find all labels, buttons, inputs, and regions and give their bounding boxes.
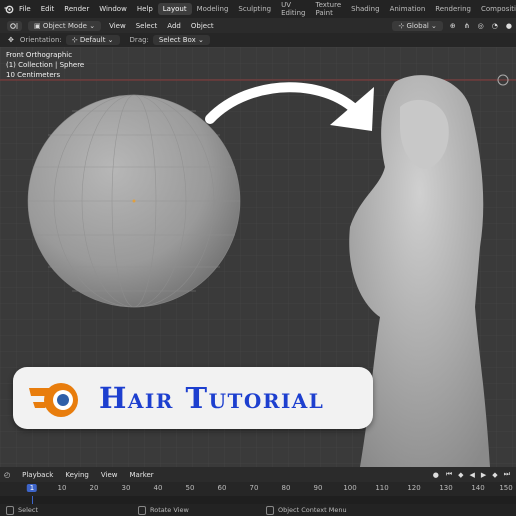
chevron-down-icon: ⌄: [197, 36, 204, 44]
transform-tool-icon[interactable]: ✥: [8, 36, 14, 44]
shading-solid-icon[interactable]: ●: [506, 22, 512, 30]
frame-tick: 140: [471, 484, 485, 492]
banner-title: Hair Tutorial: [99, 381, 325, 415]
editor-type-icon[interactable]: [7, 20, 22, 31]
play-reverse-icon[interactable]: ◀: [470, 471, 475, 479]
status-select: Select: [18, 506, 39, 514]
tab-modeling[interactable]: Modeling: [192, 3, 234, 15]
menu-select[interactable]: Select: [131, 22, 163, 30]
mouse-middle-icon: [138, 505, 146, 515]
snap-icon[interactable]: ⋔: [464, 22, 470, 30]
menu-object[interactable]: Object: [186, 22, 219, 30]
frame-tick: 70: [249, 484, 259, 492]
jump-start-icon[interactable]: ⏮: [446, 470, 452, 479]
frame-ruler[interactable]: 1 10 20 30 40 50 60 70 80 90 100 110 120…: [0, 482, 516, 496]
tool-settings-header: ✥ Orientation: ⊹ Default ⌄ Drag: Select …: [0, 33, 516, 47]
playhead[interactable]: [32, 496, 33, 504]
mode-dropdown[interactable]: ▣ Object Mode ⌄: [28, 20, 102, 31]
frame-tick: 110: [375, 484, 389, 492]
tab-animation[interactable]: Animation: [385, 3, 431, 15]
play-icon[interactable]: ▶: [481, 471, 486, 479]
timeline-header: ◴ Playback Keying View Marker ● ⏮ ◆ ◀ ▶ …: [0, 467, 516, 482]
menu-marker[interactable]: Marker: [123, 471, 159, 479]
default-orientation-icon: ⊹: [71, 36, 80, 44]
frame-tick: 90: [313, 484, 323, 492]
next-keyframe-icon[interactable]: ◆: [492, 471, 497, 479]
tab-shading[interactable]: Shading: [346, 3, 384, 15]
orientation-value: Default: [79, 36, 106, 44]
chevron-down-icon: ⌄: [431, 21, 437, 30]
mouse-right-icon: [266, 505, 274, 515]
frame-tick: 10: [57, 484, 67, 492]
collection-label: (1) Collection | Sphere: [6, 61, 85, 69]
viewport-header: ▣ Object Mode ⌄ View Select Add Object ⊹…: [0, 18, 516, 33]
frame-tick: 50: [185, 484, 195, 492]
blender-logo-icon[interactable]: [4, 4, 14, 14]
menu-view[interactable]: View: [104, 22, 131, 30]
frame-tick: 100: [343, 484, 357, 492]
status-bar: Select Rotate View Object Context Menu: [0, 504, 516, 516]
mouse-left-icon: [6, 505, 14, 515]
menu-window[interactable]: Window: [94, 5, 132, 13]
frame-tick: 120: [407, 484, 421, 492]
timeline-track[interactable]: [0, 496, 516, 504]
drag-label: Drag:: [129, 36, 149, 44]
overlays-icon[interactable]: ◔: [492, 22, 498, 30]
drag-dropdown[interactable]: Select Box ⌄: [152, 35, 210, 45]
sphere-mesh[interactable]: [27, 94, 241, 308]
blender-logo-icon: [27, 374, 85, 422]
frame-tick: 20: [89, 484, 99, 492]
drag-value: Select Box: [158, 36, 196, 44]
menu-render[interactable]: Render: [59, 5, 94, 13]
transform-orientation-dropdown[interactable]: ⊹ Global ⌄: [392, 20, 443, 31]
status-rotate: Rotate View: [150, 506, 189, 514]
menu-keying[interactable]: Keying: [59, 471, 95, 479]
chevron-down-icon: ⌄: [107, 36, 114, 44]
frame-tick: 30: [121, 484, 131, 492]
tab-texture-paint[interactable]: Texture Paint: [311, 0, 347, 19]
jump-end-icon[interactable]: ⏭: [504, 470, 510, 479]
top-menu-bar: File Edit Render Window Help Layout Mode…: [0, 0, 516, 18]
frame-tick: 60: [217, 484, 227, 492]
menu-add[interactable]: Add: [162, 22, 186, 30]
menu-help[interactable]: Help: [132, 5, 158, 13]
proportional-edit-icon[interactable]: ◎: [478, 22, 484, 30]
orientation-dropdown[interactable]: ⊹ Default ⌄: [65, 35, 120, 45]
orientation-label: Orientation:: [19, 36, 62, 44]
menu-timeline-view[interactable]: View: [95, 471, 124, 479]
frame-tick: 80: [281, 484, 291, 492]
current-frame-indicator[interactable]: 1: [26, 484, 38, 492]
mode-label: Object Mode: [42, 21, 87, 30]
prev-keyframe-icon[interactable]: ◆: [458, 471, 463, 479]
tab-layout[interactable]: Layout: [157, 3, 192, 15]
object-mode-icon: ▣: [34, 21, 43, 30]
scale-label: 10 Centimeters: [6, 71, 61, 79]
record-icon[interactable]: ●: [433, 471, 439, 479]
pivot-icon[interactable]: ⊕: [450, 22, 456, 30]
transform-orientation-label: Global: [406, 21, 429, 30]
hair-tutorial-banner: Hair Tutorial: [13, 367, 373, 429]
menu-edit[interactable]: Edit: [36, 5, 60, 13]
frame-tick: 130: [439, 484, 453, 492]
tab-uv-editing[interactable]: UV Editing: [276, 0, 310, 19]
3d-viewport[interactable]: Front Orthographic (1) Collection | Sphe…: [0, 47, 516, 467]
tab-compositing[interactable]: Compositing: [476, 3, 516, 15]
status-context: Object Context Menu: [278, 506, 347, 514]
tab-sculpting[interactable]: Sculpting: [233, 3, 276, 15]
frame-tick: 150: [499, 484, 513, 492]
frame-tick: 40: [153, 484, 163, 492]
menu-playback[interactable]: Playback: [16, 471, 59, 479]
timeline-editor-icon[interactable]: ◴: [4, 471, 10, 479]
tab-rendering[interactable]: Rendering: [430, 3, 476, 15]
view-name-label: Front Orthographic: [6, 51, 73, 59]
chevron-down-icon: ⌄: [89, 21, 96, 30]
menu-file[interactable]: File: [14, 5, 36, 13]
